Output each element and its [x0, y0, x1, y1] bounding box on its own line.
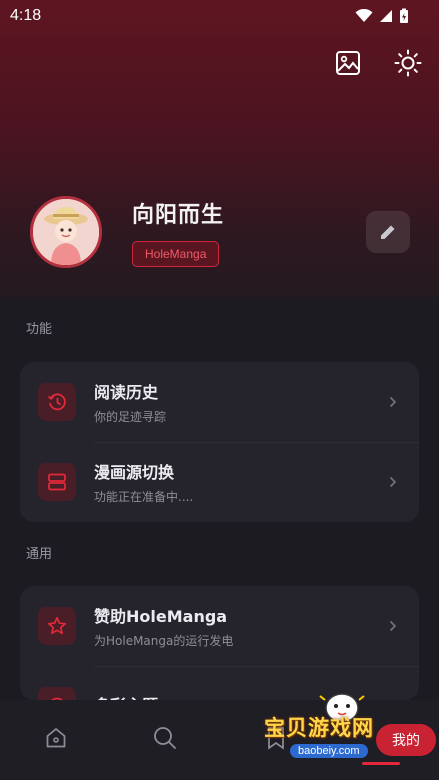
status-bar: 4:18	[0, 0, 439, 32]
nav-active-indicator	[362, 762, 400, 765]
chevron-right-icon	[389, 619, 401, 633]
app-tag: HoleManga	[132, 241, 220, 267]
menu-item-source-switch[interactable]: 漫画源切换 功能正在准备中....	[20, 442, 419, 522]
watermark-url: baobeiy.com	[290, 744, 368, 758]
sun-icon	[394, 49, 422, 77]
pencil-icon	[381, 225, 395, 239]
background-image-button[interactable]	[333, 48, 363, 78]
chevron-right-icon	[389, 395, 401, 409]
chevron-right-icon	[389, 475, 401, 489]
wifi-icon	[355, 9, 373, 22]
row-icon-wrap	[38, 463, 76, 501]
status-time: 4:18	[10, 7, 42, 24]
avatar-image	[33, 199, 99, 265]
row-subtitle: 功能正在准备中....	[94, 490, 194, 504]
theme-toggle-button[interactable]	[393, 48, 423, 78]
search-icon	[154, 727, 176, 749]
nav-home[interactable]	[42, 724, 70, 752]
source-switch-icon	[48, 473, 66, 491]
nav-mine-label: 我的	[392, 733, 420, 749]
row-title: 漫画源切换	[94, 463, 175, 482]
avatar[interactable]	[30, 196, 102, 268]
profile-info: 向阳而生 HoleManga	[30, 196, 224, 268]
star-icon	[47, 616, 67, 635]
home-icon	[46, 728, 66, 748]
edit-profile-button[interactable]	[366, 211, 410, 253]
status-icons	[355, 8, 409, 24]
image-icon	[336, 51, 360, 75]
nav-search[interactable]	[151, 724, 179, 752]
row-icon-wrap	[38, 383, 76, 421]
features-card: 阅读历史 你的足迹寻踪 漫画源切换 功能正在准备中....	[20, 362, 419, 522]
watermark-logo: 宝贝游戏网 我的 baobeiy.com	[264, 688, 439, 780]
features-section-title: 功能	[26, 322, 53, 337]
nav-mine[interactable]: 我的	[376, 724, 436, 756]
name-block: 向阳而生 HoleManga	[132, 197, 224, 267]
menu-item-reading-history[interactable]: 阅读历史 你的足迹寻踪	[20, 362, 419, 442]
row-title: 赞助HoleManga	[94, 607, 228, 626]
row-subtitle: 为HoleManga的运行发电	[94, 634, 234, 648]
battery-icon	[400, 8, 408, 23]
header-actions	[333, 48, 423, 78]
username: 向阳而生	[132, 203, 225, 228]
signal-icon	[380, 10, 392, 22]
row-icon-wrap	[38, 607, 76, 645]
watermark-text: 宝贝游戏网	[264, 716, 374, 740]
row-icon-wrap	[38, 687, 76, 700]
row-title: 阅读历史	[94, 383, 159, 402]
general-section-title: 通用	[26, 547, 53, 562]
history-icon	[47, 393, 66, 411]
menu-item-sponsor[interactable]: 赞助HoleManga 为HoleManga的运行发电	[20, 586, 419, 666]
row-subtitle: 你的足迹寻踪	[94, 410, 167, 424]
general-card: 赞助HoleManga 为HoleManga的运行发电 多彩主题	[20, 586, 419, 700]
